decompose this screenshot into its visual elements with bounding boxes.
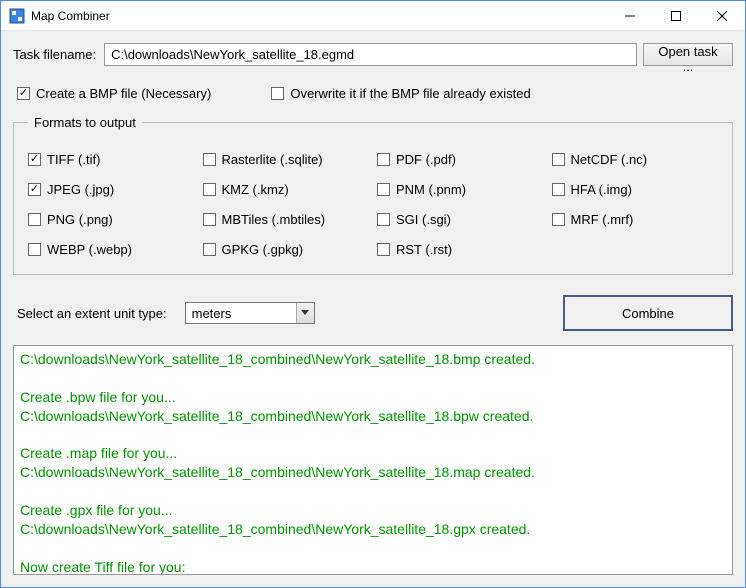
log-line (20, 539, 726, 558)
options-row: Create a BMP file (Necessary) Overwrite … (17, 86, 733, 101)
formats-grid: TIFF (.tif) Rasterlite (.sqlite) PDF (.pdf… (28, 144, 718, 264)
extent-unit-label: Select an extent unit type: (17, 306, 167, 321)
unit-row: Select an extent unit type: Combine (17, 295, 733, 331)
extent-unit-select[interactable] (185, 302, 315, 324)
log-line: C:\downloads\NewYork_satellite_18_combin… (20, 407, 726, 426)
overwrite-checkbox[interactable]: Overwrite it if the BMP file already exi… (271, 86, 530, 101)
checkbox-icon (552, 183, 565, 196)
log-line: Create .gpx file for you... (20, 501, 726, 520)
checkbox-icon (377, 243, 390, 256)
format-checkbox[interactable]: HFA (.img) (552, 182, 719, 197)
window-title: Map Combiner (31, 9, 607, 23)
format-label: WEBP (.webp) (47, 242, 132, 257)
format-checkbox[interactable]: SGI (.sgi) (377, 212, 544, 227)
task-filename-label: Task filename: (13, 47, 96, 62)
task-filename-input[interactable] (104, 43, 637, 66)
format-checkbox[interactable]: PNM (.pnm) (377, 182, 544, 197)
window-controls (607, 1, 745, 30)
combine-button[interactable]: Combine (563, 295, 733, 331)
checkbox-icon (203, 183, 216, 196)
format-label: PNG (.png) (47, 212, 113, 227)
checkbox-icon (28, 243, 41, 256)
formats-group: Formats to output TIFF (.tif) Rasterlite … (13, 115, 733, 275)
checkbox-icon (552, 153, 565, 166)
log-line: Create .bpw file for you... (20, 388, 726, 407)
log-line: C:\downloads\NewYork_satellite_18_combin… (20, 463, 726, 482)
log-output[interactable]: C:\downloads\NewYork_satellite_18_combin… (13, 345, 733, 575)
log-line: Create .map file for you... (20, 444, 726, 463)
format-label: HFA (.img) (571, 182, 632, 197)
checkbox-icon (28, 183, 41, 196)
checkbox-icon (17, 87, 30, 100)
app-icon (9, 8, 25, 24)
format-checkbox[interactable]: NetCDF (.nc) (552, 152, 719, 167)
format-checkbox[interactable]: JPEG (.jpg) (28, 182, 195, 197)
format-checkbox[interactable]: WEBP (.webp) (28, 242, 195, 257)
overwrite-label: Overwrite it if the BMP file already exi… (290, 86, 530, 101)
log-line: C:\downloads\NewYork_satellite_18_combin… (20, 520, 726, 539)
format-checkbox[interactable]: MBTiles (.mbtiles) (203, 212, 370, 227)
format-checkbox[interactable]: MRF (.mrf) (552, 212, 719, 227)
log-line: C:\downloads\NewYork_satellite_18_combin… (20, 350, 726, 369)
format-label: PDF (.pdf) (396, 152, 456, 167)
checkbox-icon (552, 213, 565, 226)
checkbox-icon (203, 153, 216, 166)
format-checkbox[interactable]: GPKG (.gpkg) (203, 242, 370, 257)
format-label: JPEG (.jpg) (47, 182, 114, 197)
create-bmp-checkbox[interactable]: Create a BMP file (Necessary) (17, 86, 211, 101)
checkbox-icon (203, 243, 216, 256)
extent-unit-value[interactable] (185, 302, 315, 324)
format-checkbox[interactable]: TIFF (.tif) (28, 152, 195, 167)
checkbox-icon (28, 213, 41, 226)
checkbox-icon (271, 87, 284, 100)
format-label: Rasterlite (.sqlite) (222, 152, 323, 167)
format-label: TIFF (.tif) (47, 152, 100, 167)
task-row: Task filename: Open task ... (13, 43, 733, 66)
format-checkbox[interactable]: Rasterlite (.sqlite) (203, 152, 370, 167)
minimize-button[interactable] (607, 1, 653, 30)
maximize-button[interactable] (653, 1, 699, 30)
format-checkbox[interactable]: KMZ (.kmz) (203, 182, 370, 197)
formats-legend: Formats to output (28, 115, 142, 130)
format-checkbox[interactable]: PNG (.png) (28, 212, 195, 227)
open-task-button[interactable]: Open task ... (643, 43, 733, 66)
format-label: KMZ (.kmz) (222, 182, 289, 197)
format-label: NetCDF (.nc) (571, 152, 648, 167)
close-button[interactable] (699, 1, 745, 30)
app-window: Map Combiner Task filename: Open task ..… (0, 0, 746, 588)
checkbox-icon (203, 213, 216, 226)
checkbox-icon (28, 153, 41, 166)
format-label: GPKG (.gpkg) (222, 242, 304, 257)
log-line: Now create Tiff file for you: (20, 558, 726, 575)
format-label: MBTiles (.mbtiles) (222, 212, 326, 227)
log-line (20, 426, 726, 445)
log-line (20, 369, 726, 388)
checkbox-icon (377, 213, 390, 226)
titlebar: Map Combiner (1, 1, 745, 31)
format-label: MRF (.mrf) (571, 212, 634, 227)
format-checkbox[interactable]: PDF (.pdf) (377, 152, 544, 167)
format-label: RST (.rst) (396, 242, 452, 257)
content-area: Task filename: Open task ... Create a BM… (1, 31, 745, 587)
checkbox-icon (377, 153, 390, 166)
create-bmp-label: Create a BMP file (Necessary) (36, 86, 211, 101)
format-label: PNM (.pnm) (396, 182, 466, 197)
checkbox-icon (377, 183, 390, 196)
format-checkbox[interactable]: RST (.rst) (377, 242, 544, 257)
log-line (20, 482, 726, 501)
format-label: SGI (.sgi) (396, 212, 451, 227)
